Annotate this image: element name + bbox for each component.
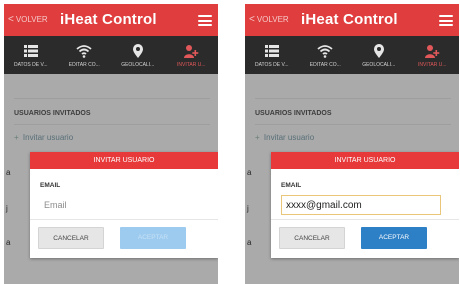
tab-datos[interactable]: DATOS DE V... [4, 36, 58, 74]
email-label: EMAIL [281, 182, 302, 189]
invite-user-dialog: INVITAR USUARIO EMAIL CANCELAR ACEPTAR [271, 152, 459, 258]
phone-screen-after: < VOLVER iHeat Control DATOS DE V... EDI… [245, 4, 459, 284]
tab-label: EDITAR CO... [309, 61, 341, 68]
tab-label: DATOS DE V... [254, 61, 289, 68]
chevron-left-icon: < [249, 13, 255, 25]
tab-invitar-usuario[interactable]: INVITAR U... [165, 36, 219, 74]
tab-label: INVITAR U... [176, 61, 206, 68]
app-header: < VOLVER iHeat Control [245, 4, 459, 36]
accept-button-disabled[interactable]: ACEPTAR [120, 227, 186, 249]
app-title: iHeat Control [301, 11, 398, 28]
accept-button[interactable]: ACEPTAR [361, 227, 427, 249]
cancel-button[interactable]: CANCELAR [38, 227, 104, 249]
list-icon [264, 44, 279, 57]
tab-label: INVITAR U... [417, 61, 447, 68]
location-pin-icon [373, 43, 384, 58]
cancel-button[interactable]: CANCELAR [279, 227, 345, 249]
tab-bar: DATOS DE V... EDITAR CO... GEOLOCALI... … [4, 36, 218, 74]
hamburger-menu-icon[interactable] [198, 15, 212, 26]
email-field[interactable] [281, 195, 441, 215]
back-label: VOLVER [15, 15, 48, 24]
dialog-title: INVITAR USUARIO [271, 152, 459, 169]
back-label: VOLVER [256, 15, 289, 24]
app-title: iHeat Control [60, 11, 157, 28]
location-pin-icon [132, 43, 143, 58]
tab-geolocalizacion[interactable]: GEOLOCALI... [111, 36, 165, 74]
tab-invitar-usuario[interactable]: INVITAR U... [406, 36, 460, 74]
wifi-icon [317, 44, 333, 58]
tab-label: GEOLOCALI... [362, 61, 396, 68]
add-user-icon [425, 44, 440, 58]
email-label: EMAIL [40, 182, 61, 189]
list-icon [23, 44, 38, 57]
back-button[interactable]: < VOLVER [249, 13, 289, 25]
tab-label: EDITAR CO... [68, 61, 100, 68]
invite-user-dialog: INVITAR USUARIO EMAIL CANCELAR ACEPTAR [30, 152, 218, 258]
hamburger-menu-icon[interactable] [439, 15, 453, 26]
phone-screen-before: < VOLVER iHeat Control DATOS DE V... EDI… [4, 4, 218, 284]
tab-geolocalizacion[interactable]: GEOLOCALI... [352, 36, 406, 74]
tab-datos[interactable]: DATOS DE V... [245, 36, 299, 74]
email-field[interactable] [40, 195, 200, 215]
tab-editar[interactable]: EDITAR CO... [299, 36, 353, 74]
app-header: < VOLVER iHeat Control [4, 4, 218, 36]
tab-label: GEOLOCALI... [121, 61, 155, 68]
back-button[interactable]: < VOLVER [8, 13, 48, 25]
wifi-icon [76, 44, 92, 58]
dialog-title: INVITAR USUARIO [30, 152, 218, 169]
chevron-left-icon: < [8, 13, 14, 25]
tab-label: DATOS DE V... [13, 61, 48, 68]
add-user-icon [184, 44, 199, 58]
tab-editar[interactable]: EDITAR CO... [58, 36, 112, 74]
tab-bar: DATOS DE V... EDITAR CO... GEOLOCALI... … [245, 36, 459, 74]
